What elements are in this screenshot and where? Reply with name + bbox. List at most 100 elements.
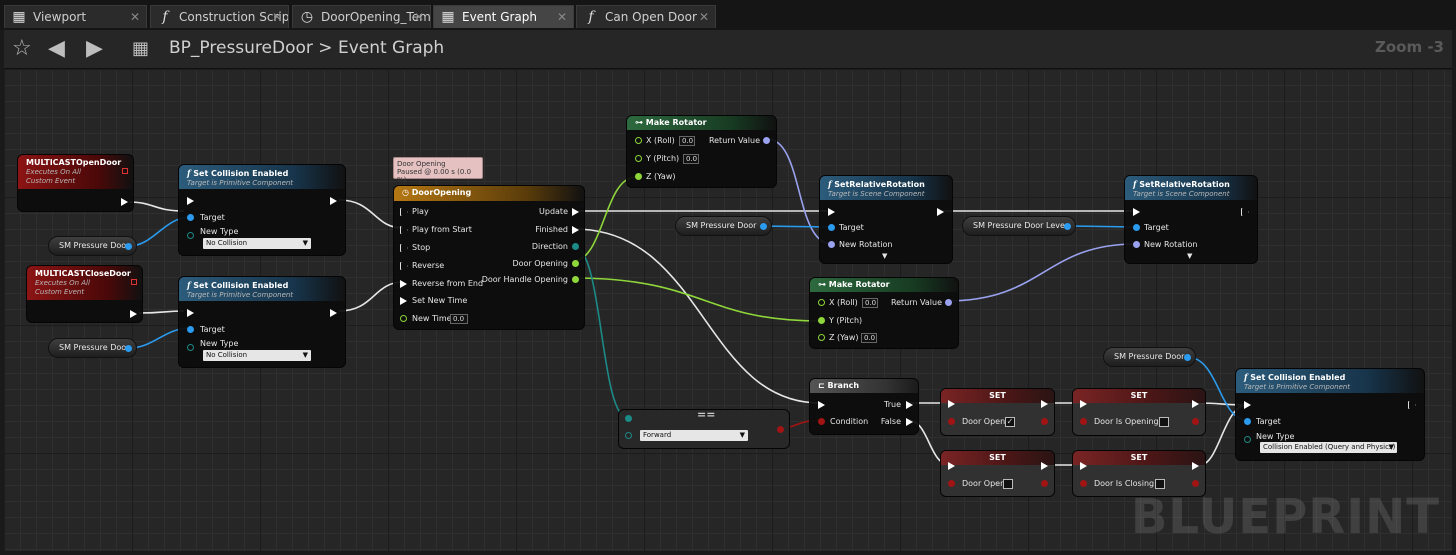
return-value-pin[interactable] [763, 137, 770, 144]
exec-out-pin[interactable] [1408, 401, 1416, 409]
object-out-pin[interactable] [125, 345, 132, 352]
bool-in-pin[interactable] [1080, 480, 1087, 487]
exec-in-pin[interactable] [948, 462, 955, 470]
new-rotation-pin[interactable] [1133, 241, 1140, 248]
door-handle-opening-pin[interactable] [572, 276, 579, 283]
x-roll-pin[interactable] [635, 137, 642, 144]
sm-pressure-door-variable[interactable]: SM Pressure Door [1103, 347, 1196, 367]
set-door-open-node[interactable]: SET Door Open [940, 450, 1055, 497]
door-is-closing-checkbox[interactable] [1155, 479, 1165, 489]
exec-out-pin[interactable] [937, 208, 944, 216]
collision-type-dropdown[interactable]: No Collision ▼ [203, 350, 311, 361]
object-out-pin[interactable] [125, 243, 132, 250]
target-pin[interactable] [1244, 418, 1251, 425]
exec-out-pin[interactable] [330, 309, 337, 317]
sm-pressure-door-variable[interactable]: SM Pressure Door [48, 236, 137, 256]
x-roll-input[interactable]: 0.0 [862, 298, 878, 308]
back-arrow-icon[interactable]: ◀ [48, 36, 65, 61]
true-exec-pin[interactable] [906, 401, 913, 409]
y-pitch-input[interactable]: 0.0 [683, 154, 699, 164]
y-pitch-pin[interactable] [818, 317, 825, 324]
reverse-exec-pin[interactable] [400, 262, 408, 270]
bool-out-pin[interactable] [1041, 480, 1048, 487]
delegate-pin[interactable] [122, 168, 128, 174]
exec-in-pin[interactable] [1080, 462, 1087, 470]
target-pin[interactable] [187, 214, 194, 221]
star-icon[interactable]: ☆ [12, 36, 32, 61]
tab-dooropening-timeline[interactable]: ◷ DoorOpening_Tem ✕ [292, 5, 431, 28]
forward-arrow-icon[interactable]: ▶ [86, 36, 103, 61]
sm-pressure-door-variable[interactable]: SM Pressure Door [675, 216, 772, 236]
bool-out-pin[interactable] [1041, 418, 1048, 425]
new-type-pin[interactable] [187, 344, 194, 351]
make-rotator-node[interactable]: ⊶ Make Rotator X (Roll) 0.0 Y (Pitch) Z … [809, 277, 959, 349]
exec-out-pin[interactable] [1192, 400, 1199, 408]
update-exec-pin[interactable] [572, 208, 579, 216]
bool-out-pin[interactable] [1192, 480, 1199, 487]
exec-out-pin[interactable] [121, 198, 128, 206]
delegate-pin[interactable] [131, 279, 137, 285]
condition-pin[interactable] [818, 418, 825, 425]
object-out-pin[interactable] [760, 223, 767, 230]
collision-type-dropdown[interactable]: No Collision ▼ [203, 238, 311, 249]
object-out-pin[interactable] [1184, 354, 1191, 361]
z-yaw-pin[interactable] [818, 334, 825, 341]
exec-out-pin[interactable] [1041, 400, 1048, 408]
target-pin[interactable] [828, 224, 835, 231]
close-icon[interactable]: ✕ [699, 6, 709, 28]
door-opening-timeline-node[interactable]: ◷ DoorOpening Play Play from Start Stop … [393, 185, 585, 330]
object-out-pin[interactable] [1064, 223, 1071, 230]
z-yaw-pin[interactable] [635, 173, 642, 180]
play-from-start-exec-pin[interactable] [400, 226, 408, 234]
z-yaw-input[interactable]: 0.0 [861, 333, 877, 343]
set-new-time-exec-pin[interactable] [400, 297, 407, 305]
sm-pressure-door-lever-variable[interactable]: SM Pressure Door Lever [962, 216, 1076, 236]
close-icon[interactable]: ✕ [414, 6, 424, 28]
exec-in-pin[interactable] [948, 400, 955, 408]
set-relative-rotation-node[interactable]: f SetRelativeRotation Target is Scene Co… [819, 175, 953, 264]
expand-arrow-icon[interactable]: ▼ [1187, 252, 1192, 260]
exec-in-pin[interactable] [818, 401, 825, 409]
stop-exec-pin[interactable] [400, 244, 408, 252]
close-icon[interactable]: ✕ [557, 6, 567, 28]
false-exec-pin[interactable] [906, 418, 913, 426]
door-open-checkbox[interactable]: ✓ [1005, 417, 1015, 427]
exec-out-pin[interactable] [330, 197, 337, 205]
bool-out-pin[interactable] [1192, 418, 1199, 425]
collision-type-dropdown[interactable]: Collision Enabled (Query and Physics) ▼ [1260, 442, 1397, 453]
equal-enum-node[interactable]: == Forward ▼ [618, 408, 790, 449]
bool-in-pin[interactable] [1080, 418, 1087, 425]
target-pin[interactable] [1133, 224, 1140, 231]
exec-in-pin[interactable] [1133, 208, 1140, 216]
enum-value-dropdown[interactable]: Forward ▼ [640, 430, 748, 441]
exec-in-pin[interactable] [187, 197, 194, 205]
x-roll-pin[interactable] [818, 299, 825, 306]
set-collision-enabled-node[interactable]: f Set Collision Enabled Target is Primit… [1235, 368, 1425, 461]
new-time-input[interactable]: 0.0 [450, 314, 468, 324]
set-door-open-node[interactable]: SET Door Open ✓ [940, 388, 1055, 436]
expand-arrow-icon[interactable]: ▼ [882, 252, 887, 260]
exec-in-pin[interactable] [187, 309, 194, 317]
sm-pressure-door-variable[interactable]: SM Pressure Door [48, 338, 137, 358]
set-door-is-opening-node[interactable]: SET Door Is Opening [1072, 388, 1206, 436]
tab-can-open-door[interactable]: f Can Open Door ✕ [576, 5, 716, 28]
multicast-open-door-event[interactable]: MULTICASTOpenDoor Executes On All Custom… [17, 154, 134, 212]
exec-out-pin[interactable] [1041, 462, 1048, 470]
return-value-pin[interactable] [945, 299, 952, 306]
enum-a-pin[interactable] [625, 415, 632, 422]
y-pitch-pin[interactable] [635, 155, 642, 162]
new-type-pin[interactable] [187, 232, 194, 239]
door-is-opening-checkbox[interactable] [1159, 417, 1169, 427]
enum-b-pin[interactable] [625, 432, 632, 439]
exec-in-pin[interactable] [1080, 400, 1087, 408]
new-rotation-pin[interactable] [828, 241, 835, 248]
set-collision-enabled-node[interactable]: f Set Collision Enabled Target is Primit… [178, 276, 346, 368]
target-pin[interactable] [187, 326, 194, 333]
multicast-close-door-event[interactable]: MULTICASTCloseDoor Executes On All Custo… [26, 265, 143, 323]
tab-event-graph[interactable]: ▦ Event Graph ✕ [433, 5, 574, 28]
set-relative-rotation-node[interactable]: f SetRelativeRotation Target is Scene Co… [1124, 175, 1258, 264]
x-roll-input[interactable]: 0.0 [679, 136, 695, 146]
tab-construction-script[interactable]: f Construction Scrip ✕ [150, 5, 289, 28]
door-open-checkbox[interactable] [1003, 479, 1013, 489]
exec-out-pin[interactable] [1192, 462, 1199, 470]
